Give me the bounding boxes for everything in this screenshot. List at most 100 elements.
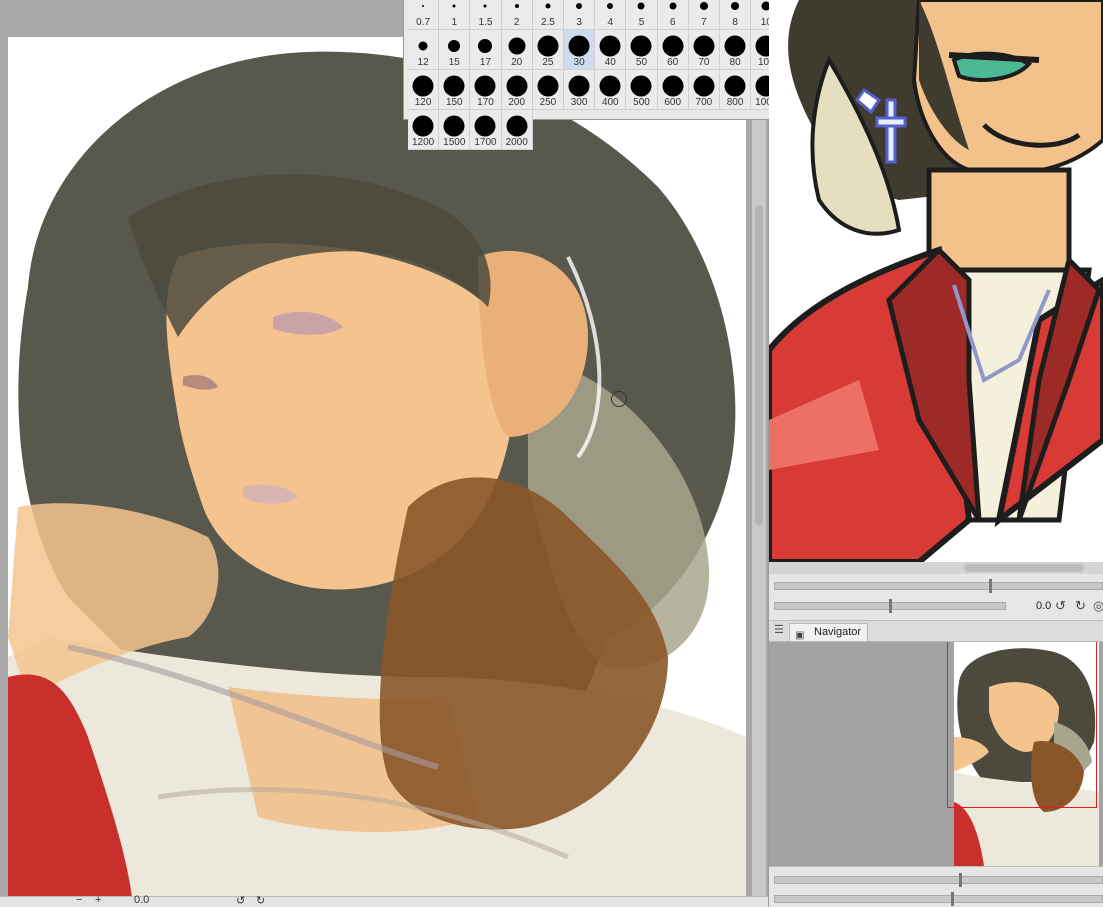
brush-size-label: 17 [479, 57, 492, 68]
brush-size-option[interactable]: 1500 [439, 110, 471, 150]
canvas-area[interactable] [0, 0, 768, 906]
brush-size-option[interactable]: 60 [657, 30, 689, 70]
reference-scroll-thumb[interactable] [964, 564, 1084, 572]
brush-size-dot-icon [443, 115, 465, 137]
brush-size-option[interactable]: 1700 [470, 110, 502, 150]
brush-size-dot-icon [412, 75, 434, 97]
navigator-view-frame[interactable] [947, 642, 1097, 808]
brush-size-option[interactable]: 30 [564, 30, 596, 70]
brush-size-label: 600 [664, 97, 682, 108]
brush-size-dot-icon [443, 75, 465, 97]
brush-size-dot-icon [478, 39, 493, 54]
brush-size-label: 200 [508, 97, 526, 108]
reference-zoom-slider[interactable] [774, 582, 1103, 590]
navigator-zoom-slider[interactable] [774, 876, 1103, 884]
brush-size-option[interactable]: 70 [688, 30, 720, 70]
brush-size-label: 800 [726, 97, 744, 108]
zoom-out-icon[interactable]: − [76, 894, 82, 906]
brush-size-label: 5 [638, 17, 645, 28]
brush-size-dot-icon [452, 4, 456, 8]
brush-size-option[interactable]: 4 [595, 0, 627, 30]
rotate-left-icon[interactable]: ↺ [236, 894, 245, 907]
reference-rotate-knob[interactable] [889, 599, 892, 613]
brush-size-label: 2.5 [540, 17, 555, 28]
brush-size-option[interactable]: 800 [720, 70, 752, 110]
panel-menu-icon[interactable]: ☰ [774, 623, 784, 636]
brush-size-option[interactable]: 12 [408, 30, 440, 70]
brush-size-option[interactable]: 2.5 [532, 0, 564, 30]
brush-size-option[interactable]: 150 [439, 70, 471, 110]
brush-size-option[interactable]: 20 [501, 30, 533, 70]
brush-size-option[interactable]: 6 [657, 0, 689, 30]
brush-size-dot-icon [568, 35, 590, 57]
brush-size-label: 12 [417, 57, 429, 68]
navigator-zoom-knob[interactable] [959, 873, 962, 887]
brush-size-option[interactable]: 600 [657, 70, 689, 110]
brush-size-label: 2000 [505, 137, 528, 148]
reset-rotation-icon[interactable]: ◎ [1093, 598, 1103, 614]
canvas-vertical-scrollbar[interactable] [752, 0, 766, 906]
brush-size-label: 60 [667, 57, 679, 68]
brush-size-option[interactable]: 120 [408, 70, 440, 110]
brush-size-option[interactable]: 8 [720, 0, 752, 30]
rotate-right-icon[interactable]: ↻ [256, 894, 265, 907]
brush-size-label: 7 [701, 17, 707, 28]
brush-size-option[interactable]: 3 [564, 0, 596, 30]
brush-size-option[interactable]: 1200 [408, 110, 440, 150]
brush-size-option[interactable]: 200 [501, 70, 533, 110]
drawing-canvas[interactable] [8, 37, 746, 906]
brush-size-dot-icon [693, 75, 715, 97]
brush-size-dot-icon [545, 3, 551, 9]
brush-size-label: 700 [695, 97, 713, 108]
brush-size-option[interactable]: 400 [595, 70, 627, 110]
brush-size-label: 3 [576, 17, 582, 28]
tab-navigator[interactable]: ▣ Navigator [789, 623, 869, 641]
brush-size-label: 150 [445, 97, 463, 108]
brush-size-option[interactable]: 25 [532, 30, 564, 70]
brush-size-option[interactable]: 5 [626, 0, 658, 30]
canvas-scroll-thumb[interactable] [755, 205, 763, 525]
brush-size-option[interactable]: 80 [720, 30, 752, 70]
brush-size-label: 170 [477, 97, 494, 108]
brush-size-dot-icon [662, 75, 684, 97]
brush-size-option[interactable]: 15 [439, 30, 471, 70]
reference-horizontal-scrollbar[interactable] [769, 562, 1103, 574]
brush-size-label: 1 [451, 17, 458, 28]
brush-size-label: 40 [604, 57, 616, 68]
brush-size-option[interactable]: 1 [439, 0, 471, 30]
brush-size-option[interactable]: 0.7 [408, 0, 440, 30]
brush-size-option[interactable]: 1.5 [470, 0, 502, 30]
brush-size-label: 2 [513, 17, 520, 28]
brush-size-option[interactable]: 2000 [501, 110, 533, 150]
brush-size-dot-icon [506, 115, 528, 137]
brush-size-dot-icon [537, 75, 559, 97]
brush-size-option[interactable]: 40 [595, 30, 627, 70]
brush-size-label: 30 [573, 57, 585, 68]
brush-size-option[interactable]: 250 [532, 70, 564, 110]
brush-size-dot-icon [599, 35, 621, 57]
brush-size-option[interactable]: 17 [470, 30, 502, 70]
brush-size-option[interactable]: 170 [470, 70, 502, 110]
navigator-panel[interactable] [769, 642, 1103, 866]
navigator-rotate-slider[interactable] [774, 895, 1103, 903]
brush-size-option[interactable]: 2 [501, 0, 533, 30]
reference-zoom-knob[interactable] [989, 579, 992, 593]
brush-size-label: 15 [448, 57, 460, 68]
brush-size-label: 300 [570, 97, 588, 108]
brush-size-option[interactable]: 7 [688, 0, 720, 30]
rotate-right-icon[interactable]: ↻ [1075, 598, 1086, 614]
sub-view-reference-panel[interactable] [769, 0, 1103, 562]
brush-size-option[interactable]: 700 [688, 70, 720, 110]
brush-size-dot-icon [422, 5, 425, 8]
brush-size-dot-icon [637, 2, 645, 10]
rotate-left-icon[interactable]: ↺ [1055, 598, 1066, 614]
brush-size-option[interactable]: 300 [564, 70, 596, 110]
navigator-tab-bar: ☰ ▣ Navigator [769, 621, 1103, 642]
reference-image [769, 0, 1103, 562]
brush-size-dot-icon [576, 3, 583, 10]
zoom-in-icon[interactable]: + [95, 894, 101, 906]
navigator-rotate-knob[interactable] [951, 892, 954, 906]
brush-size-option[interactable]: 50 [626, 30, 658, 70]
brush-size-option[interactable]: 500 [626, 70, 658, 110]
brush-size-dot-icon [483, 4, 487, 8]
